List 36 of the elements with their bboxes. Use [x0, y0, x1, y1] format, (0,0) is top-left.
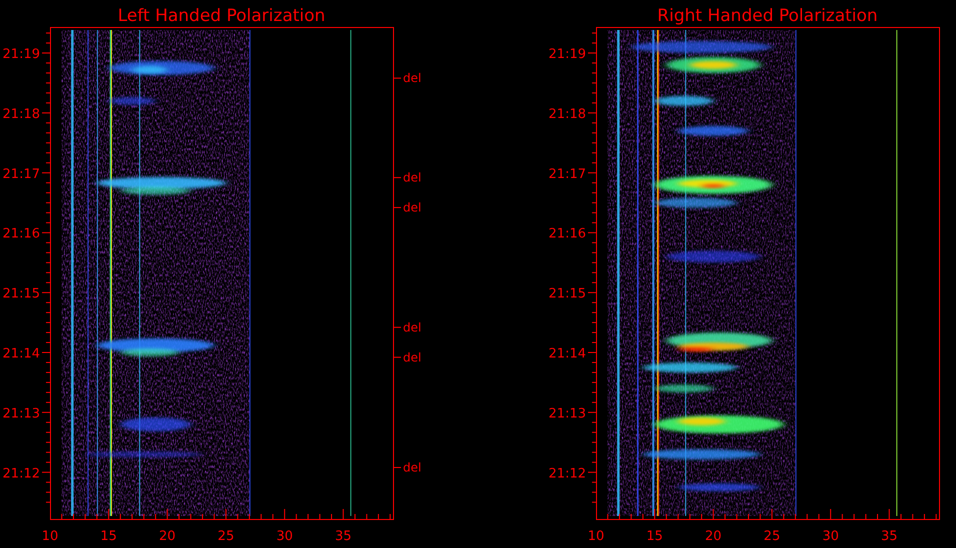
- axis-tick-label: 21:15: [548, 286, 586, 302]
- axis-tick-label: 30: [276, 529, 293, 544]
- axis-tick-label: 20: [159, 529, 176, 544]
- axis-tick-label: 21:17: [2, 166, 40, 182]
- axis-tick-label: 21:14: [548, 346, 586, 362]
- axis-tick-label: 30: [822, 529, 839, 544]
- axis-tick-label: 21:18: [2, 106, 40, 122]
- axis-tick-label: 15: [646, 529, 663, 544]
- axis-tick-label: 35: [880, 529, 898, 544]
- axis-tick-label: 15: [100, 529, 117, 544]
- axis-tick-label: 21:14: [2, 346, 40, 362]
- axis-tick-label: 21:12: [2, 466, 40, 482]
- axis-tick-label: 20: [705, 529, 722, 544]
- axis-tick-label: 21:16: [548, 226, 586, 242]
- marker-label: del: [403, 200, 422, 215]
- chart-title: Left Handed Polarization: [118, 6, 326, 26]
- axis-tick-label: 21:13: [2, 406, 40, 422]
- axis-tick-label: 21:16: [2, 226, 40, 242]
- axis-tick-label: 25: [218, 529, 234, 544]
- chart-title: Right Handed Polarization: [657, 6, 878, 26]
- marker-label: del: [403, 350, 422, 364]
- axis-tick-label: 35: [334, 529, 352, 544]
- marker-label: del: [403, 460, 422, 474]
- axis-tick-label: 21:18: [548, 106, 586, 122]
- axis-tick-label: 21:17: [548, 166, 586, 182]
- axis-tick-label: 10: [588, 529, 604, 544]
- marker-label: del: [403, 170, 422, 185]
- marker-label: del: [403, 71, 422, 86]
- marker-label: del: [403, 320, 422, 334]
- axis-tick-label: 25: [764, 529, 780, 544]
- axis-tick-label: 21:12: [548, 466, 586, 482]
- axis-tick-label: 21:19: [548, 47, 586, 62]
- axis-tick-label: 21:19: [2, 47, 40, 62]
- axis-tick-label: 21:15: [2, 286, 40, 302]
- axis-tick-label: 10: [42, 529, 58, 544]
- axis-tick-label: 21:13: [548, 406, 586, 422]
